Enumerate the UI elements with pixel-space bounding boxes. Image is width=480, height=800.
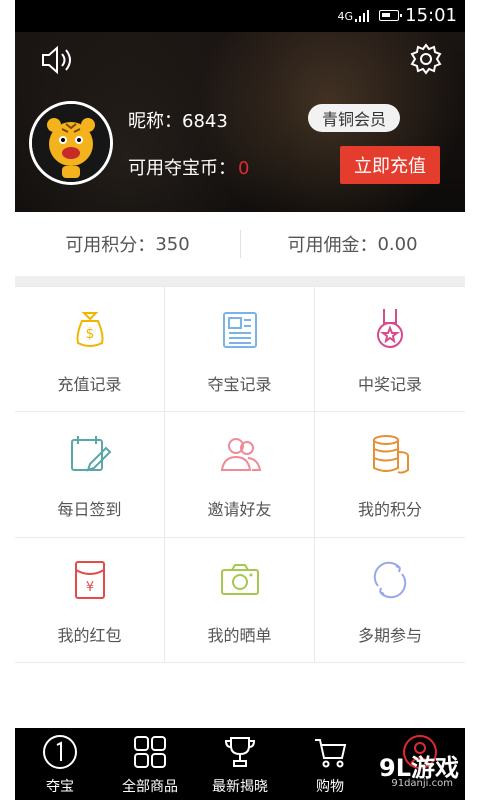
grid-item-label: 我的积分 bbox=[357, 500, 422, 520]
grid-item-label: 邀请好友 bbox=[207, 500, 272, 520]
member-level-badge: 青铜会员 bbox=[308, 104, 400, 132]
nav-item-shopping[interactable]: 购物 bbox=[285, 728, 375, 800]
nav-label: 全部商品 bbox=[122, 779, 178, 795]
coins-value: 0 bbox=[238, 158, 250, 179]
points-value: 350 bbox=[155, 233, 190, 255]
grid-item-my-posts[interactable]: 我的晒单 bbox=[165, 537, 315, 663]
money-bag-icon: $ bbox=[76, 312, 103, 347]
grid-item-label: 充值记录 bbox=[57, 375, 122, 394]
commission-label: 可用佣金： bbox=[287, 235, 378, 256]
nav-item-latest-results[interactable]: 最新揭晓 bbox=[195, 728, 285, 800]
grid-item-label: 我的晒单 bbox=[207, 625, 272, 645]
recharge-button[interactable]: 立即充值 bbox=[340, 146, 440, 184]
grid-item-treasure-records[interactable]: 夺宝记录 bbox=[165, 287, 315, 413]
watermark: 9L游戏 91danji.com bbox=[379, 748, 459, 789]
sound-icon[interactable] bbox=[39, 44, 75, 76]
status-time: 15:01 bbox=[405, 5, 457, 26]
grid-item-label: 每日签到 bbox=[57, 500, 122, 520]
available-coins: 可用夺宝币： 0 bbox=[128, 154, 249, 180]
svg-text:¥: ¥ bbox=[85, 580, 93, 595]
avatar[interactable] bbox=[29, 101, 113, 185]
grid-item-label: 我的红包 bbox=[57, 625, 122, 645]
nickname-label: 昵称： bbox=[128, 111, 182, 132]
points-summary[interactable]: 可用积分： 350 bbox=[15, 212, 240, 276]
number-one-icon bbox=[43, 735, 77, 769]
cart-icon bbox=[315, 739, 347, 768]
coins-label: 可用夺宝币： bbox=[128, 158, 236, 179]
commission-summary[interactable]: 可用佣金： 0.00 bbox=[240, 212, 465, 276]
camera-icon bbox=[220, 563, 259, 595]
commission-value: 0.00 bbox=[377, 233, 418, 255]
grid-item-label: 多期参与 bbox=[357, 625, 422, 645]
svg-text:$: $ bbox=[85, 326, 94, 342]
grid-item-recharge-records[interactable]: $ 充值记录 bbox=[15, 287, 165, 413]
nav-label: 购物 bbox=[316, 779, 344, 795]
grid-icon bbox=[134, 736, 166, 768]
grid-item-winning-records[interactable]: 中奖记录 bbox=[315, 287, 465, 413]
battery-icon bbox=[379, 10, 402, 21]
nickname: 昵称：6843 bbox=[128, 107, 228, 133]
coins-stack-icon bbox=[373, 435, 409, 474]
nav-item-treasure[interactable]: 夺宝 bbox=[15, 728, 105, 800]
nav-item-all-products[interactable]: 全部商品 bbox=[105, 728, 195, 800]
grid-item-my-points[interactable]: 我的积分 bbox=[315, 412, 465, 538]
nickname-value: 6843 bbox=[182, 111, 228, 132]
profile-header: 昵称：6843 青铜会员 可用夺宝币： 0 立即充值 bbox=[15, 32, 465, 212]
signal-icon bbox=[355, 10, 369, 22]
grid-item-label: 夺宝记录 bbox=[207, 375, 272, 394]
grid-item-daily-checkin[interactable]: 每日签到 bbox=[15, 412, 165, 538]
nav-label: 最新揭晓 bbox=[212, 779, 268, 795]
balance-summary: 可用积分： 350 可用佣金： 0.00 bbox=[15, 212, 465, 276]
grid-item-invite-friends[interactable]: 邀请好友 bbox=[165, 412, 315, 538]
calendar-pencil-icon bbox=[70, 436, 111, 472]
gear-icon[interactable] bbox=[409, 42, 443, 76]
grid-item-multi-period[interactable]: 多期参与 bbox=[315, 538, 465, 663]
tiger-avatar-icon bbox=[32, 104, 110, 182]
trophy-icon bbox=[224, 737, 256, 767]
status-bar: 4G 15:01 bbox=[15, 0, 465, 32]
medal-icon bbox=[377, 309, 403, 348]
screen: 4G 15:01 昵称：6843 青铜会员 可用夺宝币： 0 立即充值 可用积分… bbox=[15, 0, 465, 800]
red-envelope-icon: ¥ bbox=[74, 560, 105, 599]
nav-label: 夺宝 bbox=[46, 779, 74, 795]
watermark-site: 91danji.com bbox=[391, 778, 453, 789]
network-type: 4G bbox=[337, 10, 353, 23]
friends-icon bbox=[220, 438, 261, 472]
points-label: 可用积分： bbox=[65, 235, 156, 256]
grid-item-label: 中奖记录 bbox=[357, 375, 422, 394]
section-gap bbox=[15, 276, 465, 286]
grid-item-red-envelope[interactable]: ¥ 我的红包 bbox=[15, 537, 165, 663]
document-icon bbox=[222, 312, 257, 348]
feature-grid: $ 充值记录 夺宝记录 中奖记录 每日签到 邀请好友 我的积分 ¥ 我的红包 我… bbox=[15, 286, 465, 663]
refresh-icon bbox=[373, 561, 407, 598]
